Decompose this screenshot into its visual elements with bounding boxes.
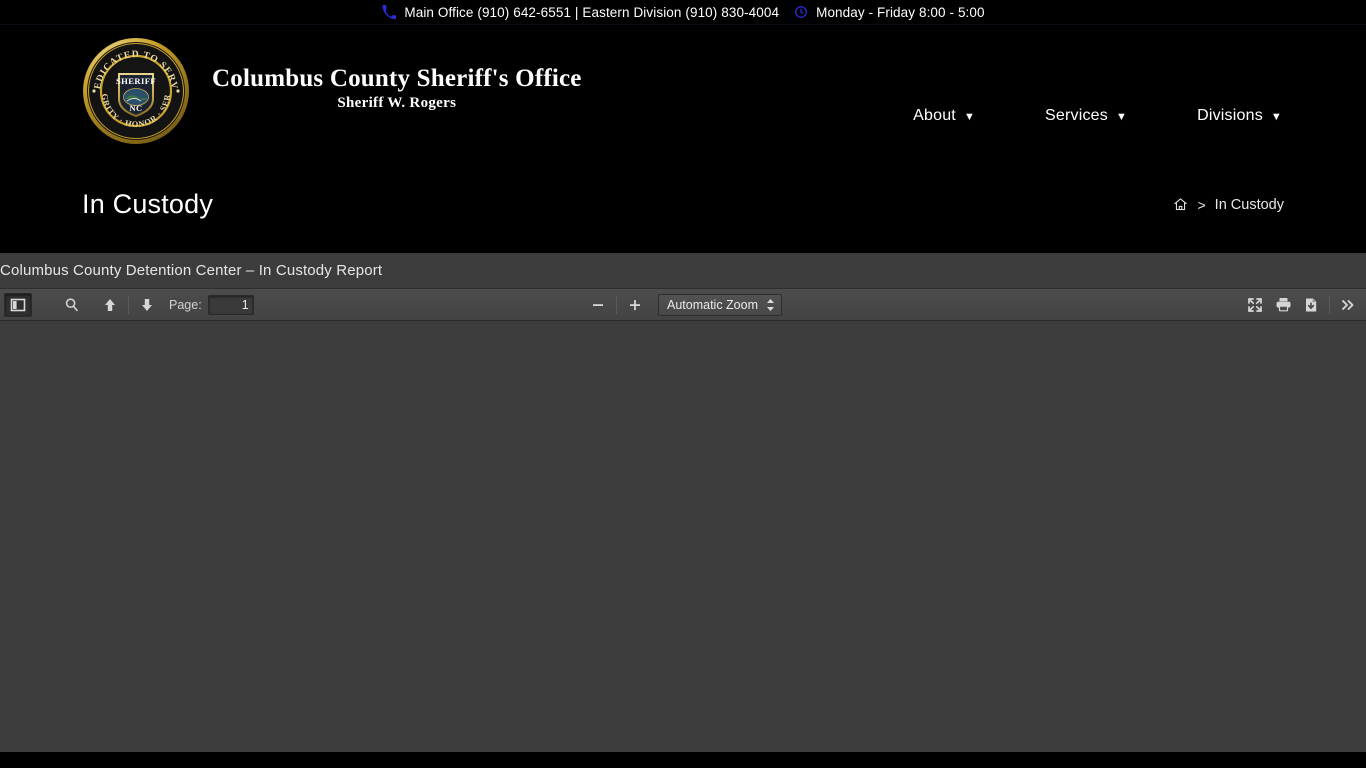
home-icon[interactable] (1173, 197, 1188, 212)
breadcrumb-current: In Custody (1215, 197, 1284, 213)
pdf-viewer-toolbar: Page: Automatic ZoomActual SizePage FitP… (0, 289, 1366, 321)
zoom-level-select[interactable]: Automatic ZoomActual SizePage FitPage Wi… (658, 294, 782, 316)
nav-item-services[interactable]: Services ▼ (1045, 103, 1127, 129)
nav-item-divisions[interactable]: Divisions ▼ (1197, 103, 1282, 129)
toolbar-divider (1329, 296, 1330, 314)
contact-topbar: Main Office (910) 642-6551 | Eastern Div… (0, 0, 1366, 25)
brand-block[interactable]: DEDICATED TO SERVE INTEGRITY · HONOR · S… (82, 37, 582, 145)
nav-item-label: Services (1045, 107, 1108, 125)
page-number-input[interactable] (208, 295, 254, 315)
contact-phone-text: Main Office (910) 642-6551 | Eastern Div… (404, 5, 779, 20)
arrow-down-icon[interactable] (133, 293, 161, 317)
chevron-down-icon: ▼ (964, 112, 975, 123)
page-title: In Custody (82, 189, 213, 220)
nav-item-about[interactable]: About ▼ (913, 103, 975, 129)
site-header: DEDICATED TO SERVE INTEGRITY · HONOR · S… (0, 25, 1366, 156)
fullscreen-icon[interactable] (1241, 293, 1269, 317)
phone-icon (381, 4, 397, 20)
svg-text:SHERIFF: SHERIFF (116, 76, 156, 86)
document-header: Columbus County Detention Center – In Cu… (0, 253, 1366, 289)
toolbar-divider (616, 296, 617, 314)
page-title-bar: In Custody > In Custody (0, 156, 1366, 253)
toolbar-divider (128, 296, 129, 314)
sidebar-toggle-icon[interactable] (4, 293, 32, 317)
breadcrumb-separator: > (1197, 197, 1205, 213)
document-header-title: Columbus County Detention Center – In Cu… (0, 262, 382, 279)
arrow-up-icon[interactable] (96, 293, 124, 317)
svg-text:NC: NC (130, 104, 143, 113)
office-hours-text: Monday - Friday 8:00 - 5:00 (816, 5, 985, 20)
search-icon[interactable] (58, 293, 86, 317)
zoom-in-button[interactable] (621, 293, 649, 317)
download-icon[interactable] (1297, 293, 1325, 317)
sheriff-seal-logo: DEDICATED TO SERVE INTEGRITY · HONOR · S… (82, 37, 190, 145)
pdf-document-viewport[interactable] (0, 321, 1366, 752)
site-subtitle: Sheriff W. Rogers (212, 95, 582, 112)
nav-item-label: Divisions (1197, 107, 1263, 125)
site-title: Columbus County Sheriff's Office (212, 65, 582, 93)
chevron-down-icon: ▼ (1271, 112, 1282, 123)
breadcrumb: > In Custody (1173, 197, 1284, 213)
zoom-out-button[interactable] (584, 293, 612, 317)
clock-icon (793, 4, 809, 20)
page-number-label: Page: (169, 298, 202, 312)
double-chevron-right-icon[interactable] (1334, 293, 1362, 317)
nav-item-label: About (913, 107, 956, 125)
print-icon[interactable] (1269, 293, 1297, 317)
chevron-down-icon: ▼ (1116, 112, 1127, 123)
main-navigation: About ▼ Services ▼ Divisions ▼ (913, 103, 1282, 129)
